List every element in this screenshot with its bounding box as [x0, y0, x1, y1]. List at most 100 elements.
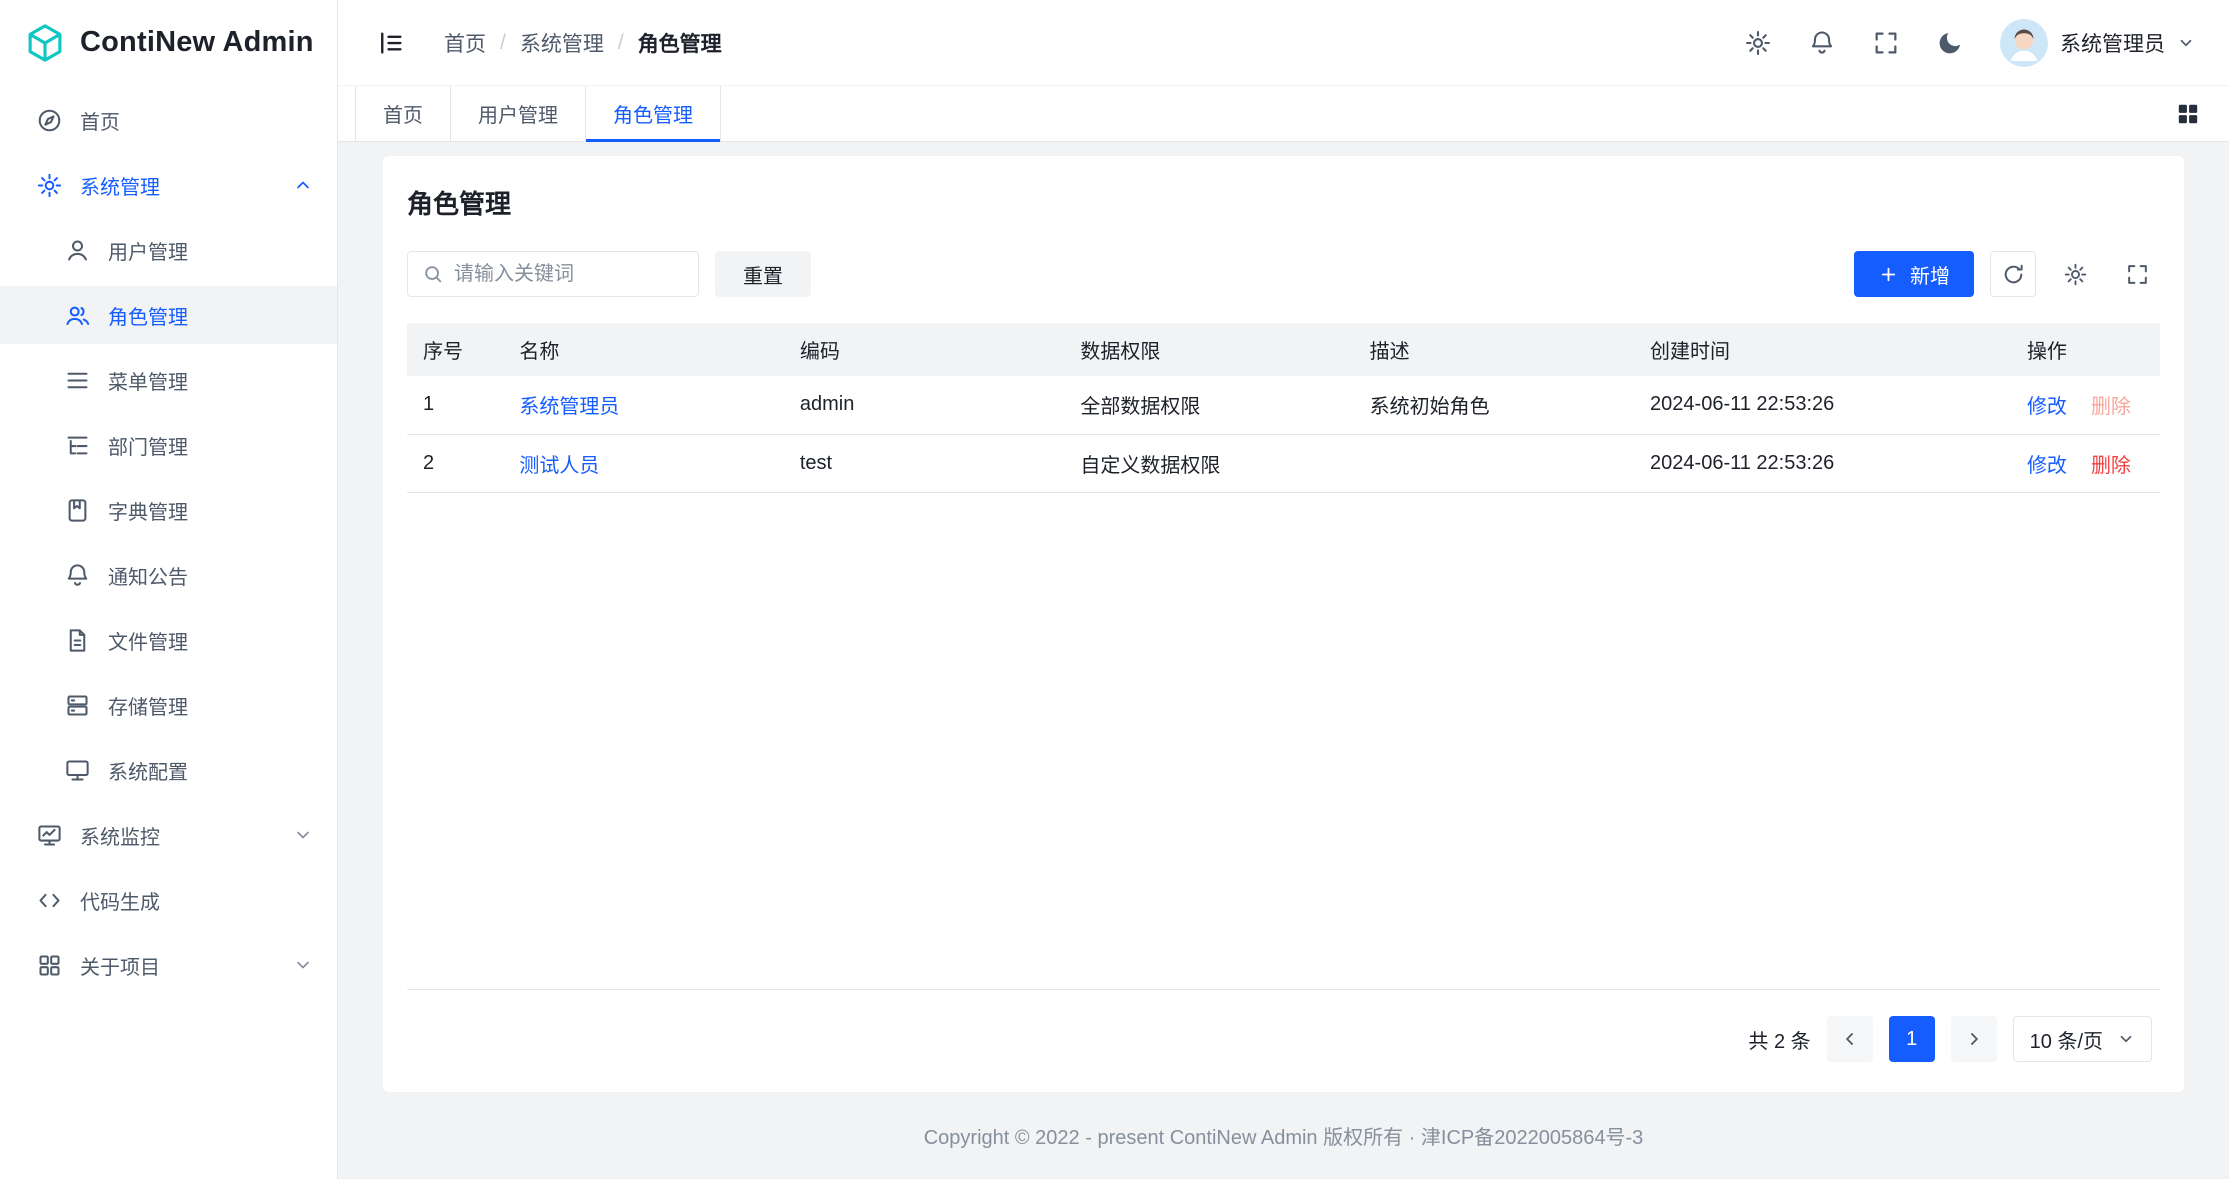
bell-icon — [64, 562, 91, 589]
role-name-link[interactable]: 系统管理员 — [519, 396, 619, 418]
search-icon — [422, 263, 444, 285]
edit-link[interactable]: 修改 — [2027, 455, 2067, 477]
dark-mode-moon-icon[interactable] — [1936, 29, 1964, 57]
tab-bar: 首页 用户管理 角色管理 — [338, 85, 2229, 142]
chevron-down-icon — [2177, 34, 2195, 52]
desktop-icon — [64, 757, 91, 784]
page-title: 角色管理 — [407, 184, 2160, 221]
page-size-value: 10 条/页 — [2030, 1025, 2103, 1054]
sidebar-collapse-icon[interactable] — [376, 28, 406, 58]
menu-lines-icon — [64, 367, 91, 394]
column-header-description: 描述 — [1354, 323, 1634, 376]
sidebar-item-label: 关于项目 — [80, 951, 160, 980]
sidebar-item-system-config[interactable]: 系统配置 — [0, 741, 337, 799]
cell-description — [1354, 434, 1634, 492]
sidebar-item-storage-management[interactable]: 存储管理 — [0, 676, 337, 734]
footer: Copyright © 2022 - present ContiNew Admi… — [383, 1092, 2184, 1179]
tab-bar-tools — [2175, 86, 2229, 141]
notifications-bell-icon[interactable] — [1808, 29, 1836, 57]
settings-icon — [36, 172, 63, 199]
top-header: 首页 / 系统管理 / 角色管理 — [338, 0, 2229, 85]
edit-link[interactable]: 修改 — [2027, 396, 2067, 418]
sidebar-item-role-management[interactable]: 角色管理 — [0, 286, 337, 344]
sidebar-item-system-monitor[interactable]: 系统监控 — [0, 806, 337, 864]
breadcrumb: 首页 / 系统管理 / 角色管理 — [444, 28, 722, 58]
tab-actions-grid-icon[interactable] — [2175, 101, 2201, 127]
breadcrumb-section[interactable]: 系统管理 — [520, 28, 604, 58]
breadcrumb-separator: / — [618, 31, 624, 55]
sidebar-item-label: 系统监控 — [80, 821, 160, 850]
pagination-total: 共 2 条 — [1748, 1025, 1810, 1054]
sidebar-item-label: 存储管理 — [108, 691, 188, 720]
chevron-down-icon — [293, 955, 313, 975]
column-header-created: 创建时间 — [1634, 323, 2011, 376]
tree-list-icon — [64, 432, 91, 459]
sidebar-item-label: 文件管理 — [108, 626, 188, 655]
file-icon — [64, 627, 91, 654]
tab-role-management[interactable]: 角色管理 — [586, 86, 721, 141]
sidebar-item-label: 通知公告 — [108, 561, 188, 590]
cell-actions: 修改 删除 — [2011, 376, 2160, 434]
tab-label: 角色管理 — [613, 99, 693, 128]
user-icon — [64, 237, 91, 264]
plus-icon — [1878, 264, 1899, 285]
current-page-button[interactable]: 1 — [1889, 1016, 1935, 1062]
sidebar-item-label: 菜单管理 — [108, 366, 188, 395]
delete-link: 删除 — [2091, 396, 2131, 418]
sidebar-item-label: 首页 — [80, 106, 120, 135]
previous-page-button[interactable] — [1827, 1016, 1873, 1062]
table-row: 2 测试人员 test 自定义数据权限 2024-06-11 22:53:26 … — [407, 434, 2160, 492]
sidebar-item-home[interactable]: 首页 — [0, 91, 337, 149]
sidebar-item-label: 部门管理 — [108, 431, 188, 460]
sidebar: ContiNew Admin 首页 系统管理 — [0, 0, 338, 1179]
sidebar-item-label: 系统管理 — [80, 171, 160, 200]
book-icon — [64, 497, 91, 524]
tab-home[interactable]: 首页 — [355, 86, 451, 141]
sidebar-item-system-management[interactable]: 系统管理 — [0, 156, 337, 214]
column-header-name: 名称 — [503, 323, 783, 376]
cell-code: test — [784, 434, 1064, 492]
column-header-actions: 操作 — [2011, 323, 2160, 376]
table-fullscreen-button[interactable] — [2114, 251, 2160, 297]
storage-icon — [64, 692, 91, 719]
next-page-button[interactable] — [1951, 1016, 1997, 1062]
roles-table: 序号 名称 编码 数据权限 描述 创建时间 操作 1 — [407, 323, 2160, 493]
breadcrumb-separator: / — [500, 31, 506, 55]
page-size-select[interactable]: 10 条/页 — [2013, 1016, 2152, 1062]
pagination: 共 2 条 1 10 条/页 — [407, 990, 2160, 1092]
sidebar-item-notice[interactable]: 通知公告 — [0, 546, 337, 604]
sidebar-item-label: 字典管理 — [108, 496, 188, 525]
search-input[interactable] — [454, 263, 684, 286]
sidebar-item-user-management[interactable]: 用户管理 — [0, 221, 337, 279]
refresh-button[interactable] — [1990, 251, 2036, 297]
column-header-scope: 数据权限 — [1064, 323, 1353, 376]
sidebar-item-dictionary-management[interactable]: 字典管理 — [0, 481, 337, 539]
reset-button[interactable]: 重置 — [715, 251, 811, 297]
breadcrumb-home[interactable]: 首页 — [444, 28, 486, 58]
cell-created: 2024-06-11 22:53:26 — [1634, 376, 2011, 434]
main-area: 首页 / 系统管理 / 角色管理 — [338, 0, 2229, 1179]
sidebar-menu: 首页 系统管理 用户管理 角色 — [0, 85, 337, 1001]
sidebar-item-menu-management[interactable]: 菜单管理 — [0, 351, 337, 409]
role-name-link[interactable]: 测试人员 — [519, 455, 599, 477]
tab-label: 首页 — [383, 99, 423, 128]
sidebar-item-department-management[interactable]: 部门管理 — [0, 416, 337, 474]
user-name: 系统管理员 — [2060, 28, 2165, 58]
sidebar-item-about-project[interactable]: 关于项目 — [0, 936, 337, 994]
add-button[interactable]: 新增 — [1854, 251, 1974, 297]
sidebar-item-code-generation[interactable]: 代码生成 — [0, 871, 337, 929]
sidebar-item-file-management[interactable]: 文件管理 — [0, 611, 337, 669]
copyright-text: Copyright © 2022 - present ContiNew Admi… — [924, 1121, 1644, 1150]
sidebar-item-label: 用户管理 — [108, 236, 188, 265]
user-menu[interactable]: 系统管理员 — [2000, 19, 2195, 67]
settings-icon[interactable] — [1744, 29, 1772, 57]
toolbar: 重置 新增 — [407, 251, 2160, 297]
code-icon — [36, 887, 63, 914]
cell-index: 1 — [407, 376, 503, 434]
table-settings-button[interactable] — [2052, 251, 2098, 297]
cell-index: 2 — [407, 434, 503, 492]
delete-link[interactable]: 删除 — [2091, 455, 2131, 477]
tab-user-management[interactable]: 用户管理 — [451, 86, 586, 141]
fullscreen-icon[interactable] — [1872, 29, 1900, 57]
app-logo[interactable]: ContiNew Admin — [0, 0, 337, 85]
